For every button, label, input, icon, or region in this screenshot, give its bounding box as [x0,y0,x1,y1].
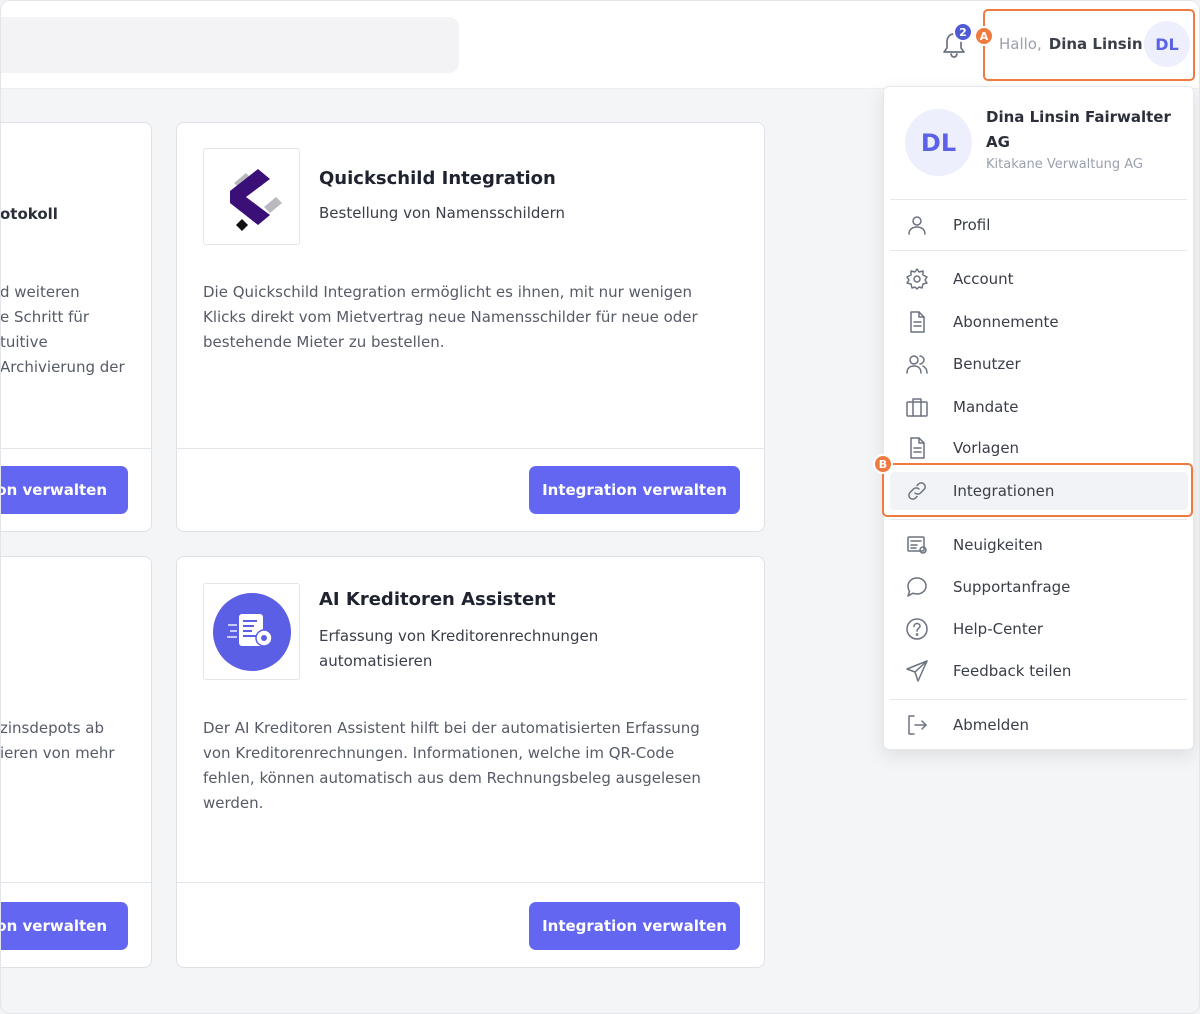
menu-item-supportanfrage[interactable]: Supportanfrage [890,568,1188,606]
menu-item-label: Account [953,270,1014,288]
menu-org-name: Dina Linsin Fairwalter AG [986,108,1171,151]
menu-item-neuigkeiten[interactable]: Neuigkeiten [890,526,1188,564]
card-description-line: von Kreditorenrechnungen. Informationen,… [203,744,675,762]
integration-card: otokoll d weiteren e Schritt für tuitive… [0,122,152,532]
card-description-line: Der AI Kreditoren Assistent hilft bei de… [203,719,700,737]
menu-item-label: Vorlagen [953,439,1020,457]
send-icon [904,658,930,684]
document-icon [904,435,930,461]
highlight-user-menu [983,9,1195,81]
card-description-line: d weiteren [0,283,80,301]
search-input[interactable] [1,17,459,73]
card-description-line: Die Quickschild Integration ermöglicht e… [203,283,692,301]
menu-item-profil[interactable]: Profil [890,206,1188,244]
menu-company-name: Kitakane Verwaltung AG [986,157,1143,172]
quickschild-logo [203,148,300,245]
menu-item-label: Supportanfrage [953,578,1071,596]
card-subtitle: Bestellung von Namensschildern [319,204,566,222]
card-divider [1,448,151,449]
menu-item-vorlagen[interactable]: Vorlagen [890,429,1188,467]
menu-item-account[interactable]: Account [890,260,1188,298]
menu-item-abonnemente[interactable]: Abonnemente [890,303,1188,341]
news-icon [904,532,930,558]
highlight-tag-b: B [873,454,893,474]
card-description: d weiteren e Schritt für tuitive Archivi… [0,280,151,380]
users-icon [904,351,930,377]
user-dropdown-menu: DL Dina Linsin Fairwalter AG Kitakane Ve… [883,86,1194,750]
manage-integration-button[interactable]: Integration verwalten [529,466,740,514]
menu-item-label: Abmelden [953,716,1030,734]
menu-item-label: Feedback teilen [953,662,1072,680]
menu-item-label: Profil [953,216,991,234]
ai-assistant-logo [203,583,300,680]
notification-count-badge: 2 [953,22,973,42]
card-description-line: tuitive [0,333,48,351]
card-description-line: bestehende Mieter zu bestellen. [203,333,445,351]
card-description-line: Archivierung der [0,358,125,376]
app-frame: 2 Hallo, Dina Linsin DL otokoll d weiter… [0,0,1200,1014]
card-description-line: werden. [203,794,264,812]
card-description-line: zinsdepots ab [0,719,104,737]
menu-item-feedback-teilen[interactable]: Feedback teilen [890,652,1188,690]
integration-card-ai-kreditoren: AI Kreditoren Assistent Erfassung von Kr… [176,556,765,968]
card-subtitle-line: automatisieren [319,652,433,670]
manage-integration-button[interactable]: Integration verwalten [529,902,740,950]
menu-item-label: Help-Center [953,620,1044,638]
menu-item-label: Mandate [953,398,1019,416]
card-description: Die Quickschild Integration ermöglicht e… [203,280,743,355]
question-circle-icon [904,616,930,642]
card-title: AI Kreditoren Assistent [319,589,556,610]
card-description-line: fehlen, können automatisch aus dem Rechn… [203,769,701,787]
chat-bubble-icon [904,574,930,600]
menu-item-label: Benutzer [953,355,1021,373]
menu-item-help-center[interactable]: Help-Center [890,610,1188,648]
card-subtitle-line: Erfassung von Kreditorenrechnungen [319,627,599,645]
card-divider [1,882,151,883]
user-icon [904,212,930,238]
card-description: zinsdepots ab ieren von mehr [0,716,151,766]
highlight-integrationen [882,463,1193,517]
card-subtitle: Erfassung von Kreditorenrechnungen autom… [319,624,598,674]
document-icon [904,309,930,335]
card-description-line: Klicks direkt vom Mietvertrag neue Namen… [203,308,698,326]
gear-icon [904,266,930,292]
card-description-line: ieren von mehr [0,744,115,762]
card-subtitle: otokoll [0,205,58,223]
menu-divider [890,519,1187,520]
card-description: Der AI Kreditoren Assistent hilft bei de… [203,716,748,816]
menu-item-benutzer[interactable]: Benutzer [890,345,1188,383]
manage-integration-button[interactable]: ion verwalten [1,902,128,950]
menu-divider [890,699,1187,700]
card-divider [177,448,764,449]
highlight-tag-a: A [974,26,994,46]
menu-divider [890,199,1187,200]
briefcase-icon [904,394,930,420]
card-title: Quickschild Integration [319,168,556,189]
card-description-line: e Schritt für [0,308,90,326]
menu-divider [890,250,1187,251]
integration-card: zinsdepots ab ieren von mehr ion verwalt… [0,556,152,968]
menu-item-mandate[interactable]: Mandate [890,388,1188,426]
menu-item-abmelden[interactable]: Abmelden [890,706,1188,744]
card-divider [177,882,764,883]
menu-avatar: DL [905,109,972,176]
menu-item-label: Abonnemente [953,313,1059,331]
integration-card-quickschild: Quickschild Integration Bestellung von N… [176,122,765,532]
logout-icon [904,712,930,738]
menu-item-label: Neuigkeiten [953,536,1043,554]
manage-integration-button[interactable]: ion verwalten [1,466,128,514]
